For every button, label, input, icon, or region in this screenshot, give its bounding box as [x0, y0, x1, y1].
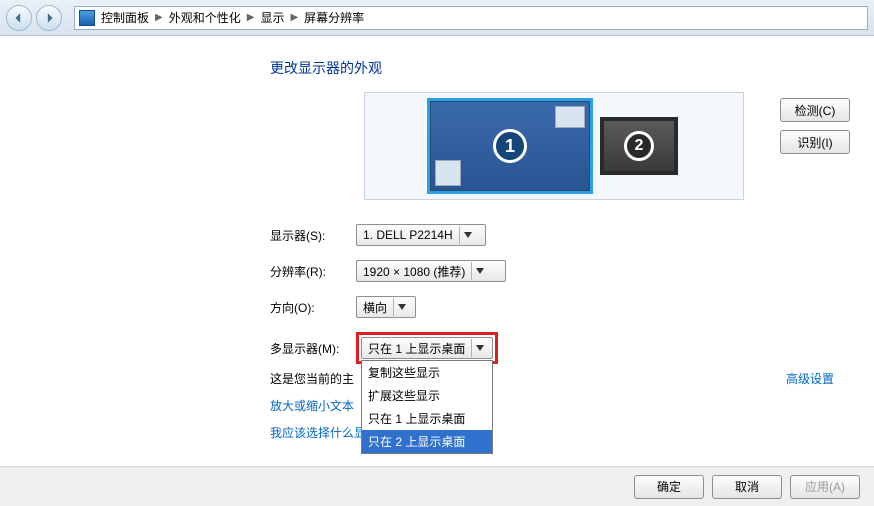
multi-display-label: 多显示器(M): [270, 340, 356, 357]
preview-row: 1 2 检测(C) 识别(I) [270, 92, 854, 200]
apply-button[interactable]: 应用(A) [790, 475, 860, 499]
arrow-left-icon [13, 12, 25, 24]
cancel-button[interactable]: 取消 [712, 475, 782, 499]
control-panel-icon [79, 10, 95, 26]
chevron-down-icon [459, 226, 476, 244]
detect-button[interactable]: 检测(C) [780, 98, 850, 122]
monitor-1[interactable]: 1 [430, 101, 590, 191]
back-button[interactable] [6, 5, 32, 31]
monitor-2[interactable]: 2 [600, 117, 678, 175]
breadcrumb-item[interactable]: 外观和个性化 [169, 9, 241, 26]
resolution-label: 分辨率(R): [270, 263, 356, 280]
multi-option-duplicate[interactable]: 复制这些显示 [362, 361, 492, 384]
content-area: 更改显示器的外观 1 2 检测(C) 识别(I) 显示器(S): [0, 36, 874, 466]
address-bar[interactable]: 控制面板 ▶ 外观和个性化 ▶ 显示 ▶ 屏幕分辨率 [74, 6, 868, 30]
highlight-box: 只在 1 上显示桌面 复制这些显示 扩展这些显示 只在 1 上显示桌面 只在 2… [356, 332, 498, 364]
breadcrumb-separator-icon: ▶ [290, 12, 298, 23]
multi-option-show-2[interactable]: 只在 2 上显示桌面 [362, 430, 492, 453]
orientation-label: 方向(O): [270, 299, 356, 316]
multi-display-value: 只在 1 上显示桌面 [368, 340, 465, 357]
primary-display-text: 这是您当前的主 [270, 370, 354, 387]
breadcrumb-item[interactable]: 屏幕分辨率 [304, 9, 364, 26]
multi-option-show-1[interactable]: 只在 1 上显示桌面 [362, 407, 492, 430]
monitor-1-window-icon [435, 160, 461, 186]
preview-side-buttons: 检测(C) 识别(I) [780, 92, 854, 154]
forward-button[interactable] [36, 5, 62, 31]
chevron-down-icon [471, 339, 488, 357]
monitor-1-badge: 1 [493, 129, 527, 163]
monitor-1-window-icon [555, 106, 585, 128]
chevron-down-icon [393, 298, 410, 316]
monitor-2-badge: 2 [624, 131, 654, 161]
advanced-settings-link[interactable]: 高级设置 [786, 370, 854, 387]
breadcrumb-item[interactable]: 控制面板 [101, 9, 149, 26]
settings-form: 显示器(S): 1. DELL P2214H 分辨率(R): 1920 × 10… [270, 224, 854, 441]
display-dropdown[interactable]: 1. DELL P2214H [356, 224, 486, 246]
ok-button[interactable]: 确定 [634, 475, 704, 499]
display-label: 显示器(S): [270, 227, 356, 244]
breadcrumb-separator-icon: ▶ [247, 12, 255, 23]
page-title: 更改显示器的外观 [270, 58, 854, 78]
arrow-right-icon [43, 12, 55, 24]
resolution-value: 1920 × 1080 (推荐) [363, 263, 465, 280]
left-spacer-pane [0, 36, 250, 466]
resolution-dropdown[interactable]: 1920 × 1080 (推荐) [356, 260, 506, 282]
footer-bar: 确定 取消 应用(A) [0, 466, 874, 506]
multi-option-extend[interactable]: 扩展这些显示 [362, 384, 492, 407]
orientation-value: 横向 [363, 299, 387, 316]
identify-button[interactable]: 识别(I) [780, 130, 850, 154]
breadcrumb-separator-icon: ▶ [155, 12, 163, 23]
chevron-down-icon [471, 262, 488, 280]
breadcrumb-item[interactable]: 显示 [260, 9, 284, 26]
display-value: 1. DELL P2214H [363, 228, 453, 242]
main-pane: 更改显示器的外观 1 2 检测(C) 识别(I) 显示器(S): [250, 36, 874, 466]
orientation-dropdown[interactable]: 横向 [356, 296, 416, 318]
multi-display-dropdown[interactable]: 只在 1 上显示桌面 复制这些显示 扩展这些显示 只在 1 上显示桌面 只在 2… [361, 337, 493, 359]
text-size-link[interactable]: 放大或缩小文本 [270, 399, 354, 413]
navigation-bar: 控制面板 ▶ 外观和个性化 ▶ 显示 ▶ 屏幕分辨率 [0, 0, 874, 36]
monitor-preview-box[interactable]: 1 2 [364, 92, 744, 200]
multi-display-options: 复制这些显示 扩展这些显示 只在 1 上显示桌面 只在 2 上显示桌面 [361, 360, 493, 454]
